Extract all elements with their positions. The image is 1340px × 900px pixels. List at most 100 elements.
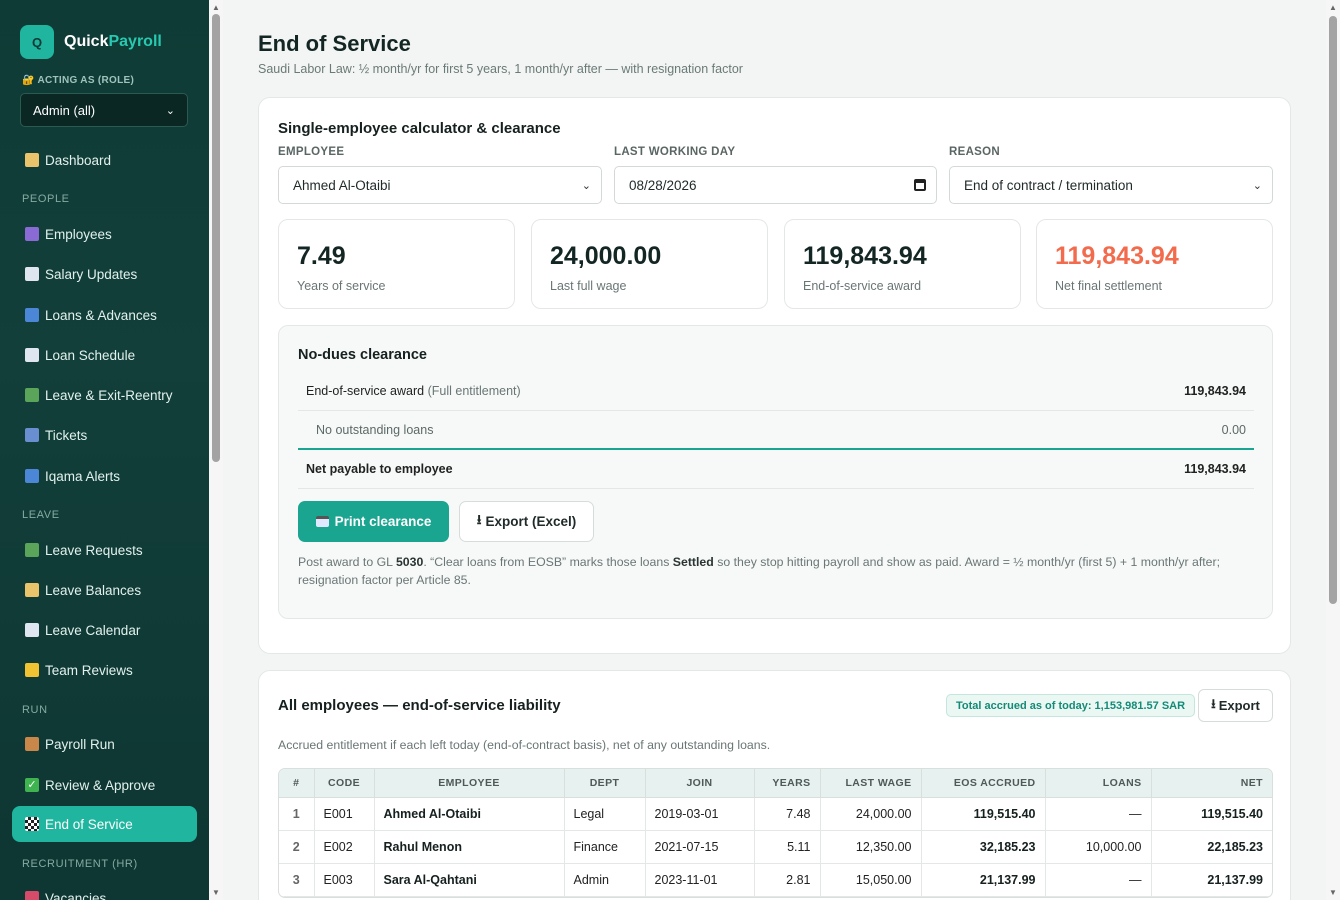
- download-icon: ⭳: [1211, 695, 1216, 711]
- nav-item-iqama-alerts[interactable]: Iqama Alerts: [12, 458, 197, 494]
- scroll-down-arrow-icon[interactable]: ▼: [1329, 888, 1337, 897]
- stat-value: 24,000.00: [550, 242, 662, 270]
- brand-logo: Q: [20, 25, 54, 59]
- page-scroll-thumb[interactable]: [1329, 16, 1337, 604]
- reason-label: REASON: [949, 146, 1001, 158]
- last-working-day-input[interactable]: 08/28/2026: [614, 166, 937, 204]
- export-button[interactable]: ⭳ Export: [1198, 689, 1273, 722]
- clearance-panel: No-dues clearance End-of-service award (…: [278, 325, 1273, 619]
- nav-item-employees[interactable]: Employees: [12, 216, 197, 252]
- col-last-wage[interactable]: LAST WAGE: [820, 769, 922, 798]
- cell-index: 3: [279, 863, 315, 897]
- col-eos-accrued[interactable]: EOS ACCRUED: [921, 769, 1046, 798]
- cell-net: 21,137.99: [1151, 863, 1272, 897]
- scroll-up-arrow-icon[interactable]: ▲: [1329, 3, 1337, 12]
- nav-label: Salary Updates: [45, 266, 138, 282]
- table-row[interactable]: 3 E003 Sara Al-Qahtani Admin 2023-11-01 …: [279, 863, 1272, 897]
- cell-last-wage: 15,050.00: [820, 863, 922, 897]
- clearance-award-row: End-of-service award (Full entitlement) …: [298, 372, 1254, 411]
- sidebar-scroll-thumb[interactable]: [212, 14, 220, 462]
- nav-item-end-of-service[interactable]: End of Service: [12, 806, 197, 842]
- clearance-net-row: Net payable to employee 119,843.94: [298, 450, 1254, 489]
- col-net[interactable]: NET: [1151, 769, 1272, 798]
- scroll-up-arrow-icon[interactable]: ▲: [212, 3, 220, 12]
- col-years[interactable]: YEARS: [754, 769, 821, 798]
- net-label: Net payable to employee: [306, 462, 453, 476]
- brand[interactable]: Q QuickPayroll: [20, 25, 162, 59]
- col-index[interactable]: #: [279, 769, 315, 798]
- col-join[interactable]: JOIN: [645, 769, 755, 798]
- stat-value: 119,843.94: [803, 242, 927, 270]
- reason-select[interactable]: End of contract / termination ⌄: [949, 166, 1273, 204]
- export-excel-button[interactable]: ⭳ Export (Excel): [459, 501, 594, 542]
- note-gl-code: 5030: [395, 555, 424, 569]
- cell-eos-accrued: 32,185.23: [921, 830, 1046, 864]
- last-day-label: LAST WORKING DAY: [614, 146, 736, 158]
- col-employee[interactable]: EMPLOYEE: [374, 769, 565, 798]
- nav-label: Iqama Alerts: [45, 468, 121, 484]
- cell-last-wage: 12,350.00: [820, 830, 922, 864]
- liability-note: Accrued entitlement if each left today (…: [278, 738, 771, 752]
- print-clearance-button[interactable]: Print clearance: [298, 501, 449, 542]
- nav-section-recruitment: RECRUITMENT (HR): [22, 858, 138, 870]
- award-label-wrap: End-of-service award (Full entitlement): [306, 384, 521, 398]
- page-scrollbar[interactable]: ▲ ▼: [1326, 0, 1340, 900]
- calendar-icon[interactable]: [914, 179, 926, 191]
- page-title: End of Service: [258, 31, 411, 56]
- col-code[interactable]: CODE: [314, 769, 375, 798]
- download-icon: ⭳: [476, 512, 482, 527]
- abacus-icon: [25, 737, 39, 751]
- cell-join: 2019-03-01: [645, 797, 755, 831]
- nav-item-loan-schedule[interactable]: Loan Schedule: [12, 337, 197, 373]
- nav-item-leave-exit-reentry[interactable]: Leave & Exit-Reentry: [12, 377, 197, 413]
- cell-loans: 10,000.00: [1045, 830, 1152, 864]
- nav-item-leave-requests[interactable]: Leave Requests: [12, 532, 197, 568]
- nav-item-loans-advances[interactable]: Loans & Advances: [12, 297, 197, 333]
- sidebar-scrollbar[interactable]: ▲ ▼: [209, 0, 223, 900]
- cell-years: 2.81: [754, 863, 821, 897]
- nav-label: Loans & Advances: [45, 307, 157, 323]
- employee-select-value: Ahmed Al-Otaibi: [293, 177, 391, 193]
- nav-item-vacancies[interactable]: Vacancies: [12, 880, 197, 900]
- chart-icon: [25, 153, 39, 167]
- chevron-down-icon: ⌄: [165, 104, 175, 117]
- nav-label: Dashboard: [45, 152, 112, 168]
- printer-icon: [315, 516, 329, 527]
- nav-item-team-reviews[interactable]: Team Reviews: [12, 652, 197, 688]
- nav-item-tickets[interactable]: Tickets: [12, 417, 197, 453]
- employee-select[interactable]: Ahmed Al-Otaibi ⌄: [278, 166, 602, 204]
- palm-tree-icon: [25, 388, 39, 402]
- stat-value: 119,843.94: [1055, 242, 1179, 270]
- col-dept[interactable]: DEPT: [564, 769, 646, 798]
- nav-item-salary-updates[interactable]: Salary Updates: [12, 256, 197, 292]
- scroll-down-arrow-icon[interactable]: ▼: [212, 888, 220, 897]
- star-icon: [25, 663, 39, 677]
- nav-item-dashboard[interactable]: Dashboard: [12, 142, 197, 178]
- nav-item-leave-balances[interactable]: Leave Balances: [12, 572, 197, 608]
- cell-net: 119,515.40: [1151, 797, 1272, 831]
- cell-loans: —: [1045, 797, 1152, 831]
- stat-eos-award: 119,843.94 End-of-service award: [784, 219, 1021, 309]
- note-part2: . “Clear loans from EOSB” marks those lo…: [423, 555, 673, 569]
- table-header-row: # CODE EMPLOYEE DEPT JOIN YEARS LAST WAG…: [279, 769, 1272, 798]
- reason-select-value: End of contract / termination: [964, 177, 1133, 193]
- print-label: Print clearance: [334, 514, 432, 529]
- table-row[interactable]: 2 E002 Rahul Menon Finance 2021-07-15 5.…: [279, 830, 1272, 864]
- award-amount: 119,843.94: [1184, 384, 1246, 398]
- stat-label: Net final settlement: [1055, 279, 1162, 293]
- brand-name-part2: Payroll: [108, 33, 162, 50]
- role-select[interactable]: Admin (all) ⌄: [20, 93, 188, 127]
- chevron-down-icon: ⌄: [581, 179, 591, 192]
- cell-dept: Admin: [564, 863, 646, 897]
- table-row[interactable]: 1 E001 Ahmed Al-Otaibi Legal 2019-03-01 …: [279, 797, 1272, 831]
- nav-item-review-approve[interactable]: ✓ Review & Approve: [12, 767, 197, 803]
- liability-title: All employees — end-of-service liability: [278, 697, 561, 714]
- col-loans[interactable]: LOANS: [1045, 769, 1152, 798]
- loans-amount: 0.00: [1221, 422, 1246, 437]
- nav-item-payroll-run[interactable]: Payroll Run: [12, 726, 197, 762]
- nav-label: Leave & Exit-Reentry: [45, 387, 173, 403]
- nav-item-leave-calendar[interactable]: Leave Calendar: [12, 612, 197, 648]
- cell-code: E002: [314, 830, 375, 864]
- liability-card: All employees — end-of-service liability…: [258, 670, 1291, 900]
- cell-dept: Finance: [564, 830, 646, 864]
